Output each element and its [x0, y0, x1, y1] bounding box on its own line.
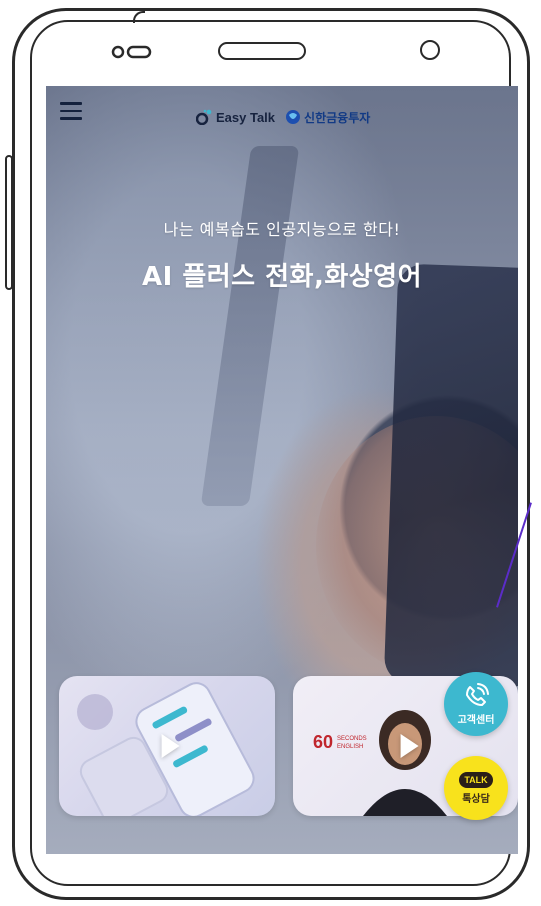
shinhan-logo-icon — [286, 110, 301, 124]
shinhan-logo: 신한금융투자 — [285, 109, 370, 126]
sensor-icon — [111, 45, 152, 59]
play-icon[interactable] — [161, 734, 180, 758]
hero-subtitle: 나는 예복습도 인공지능으로 한다! — [163, 220, 401, 239]
speaker-slot — [218, 42, 306, 60]
background-phone — [383, 263, 518, 689]
svg-text:ENGLISH: ENGLISH — [337, 744, 363, 750]
top-bar: Easy Talk 신한금융투자 — [46, 86, 518, 142]
front-camera-icon — [420, 40, 440, 60]
kakao-talk-label: 톡상담 — [462, 793, 490, 805]
hamburger-menu-icon[interactable] — [60, 102, 82, 120]
hero-title: AI 플러스 전화,화상영어 — [141, 262, 423, 292]
hero-section: 나는 예복습도 인공지능으로 한다! AI 플러스 전화,화상영어 — [46, 216, 518, 293]
svg-text:60: 60 — [313, 732, 333, 752]
customer-center-button[interactable]: 고객센터 — [444, 672, 508, 736]
ai-chat-video-card[interactable] — [59, 676, 275, 816]
app-screen: Easy Talk 신한금융투자 나는 예복습도 인공지능으로 한다! AI 플… — [46, 86, 518, 854]
svg-text:SECONDS: SECONDS — [337, 736, 367, 742]
easytalk-logo-icon — [196, 109, 212, 125]
shinhan-logo-text: 신한금융투자 — [304, 110, 371, 125]
background-tie — [200, 146, 300, 506]
phone-call-icon — [466, 682, 489, 706]
brand-logos[interactable]: Easy Talk 신한금융투자 — [196, 105, 370, 129]
easytalk-logo-text: Easy Talk — [216, 109, 276, 125]
talk-icon: TALK — [459, 771, 493, 788]
customer-center-label: 고객센터 — [457, 714, 495, 726]
easytalk-logo: Easy Talk — [196, 109, 275, 125]
kakao-talk-button[interactable]: TALK 톡상담 — [444, 756, 508, 820]
play-icon[interactable] — [400, 734, 419, 758]
